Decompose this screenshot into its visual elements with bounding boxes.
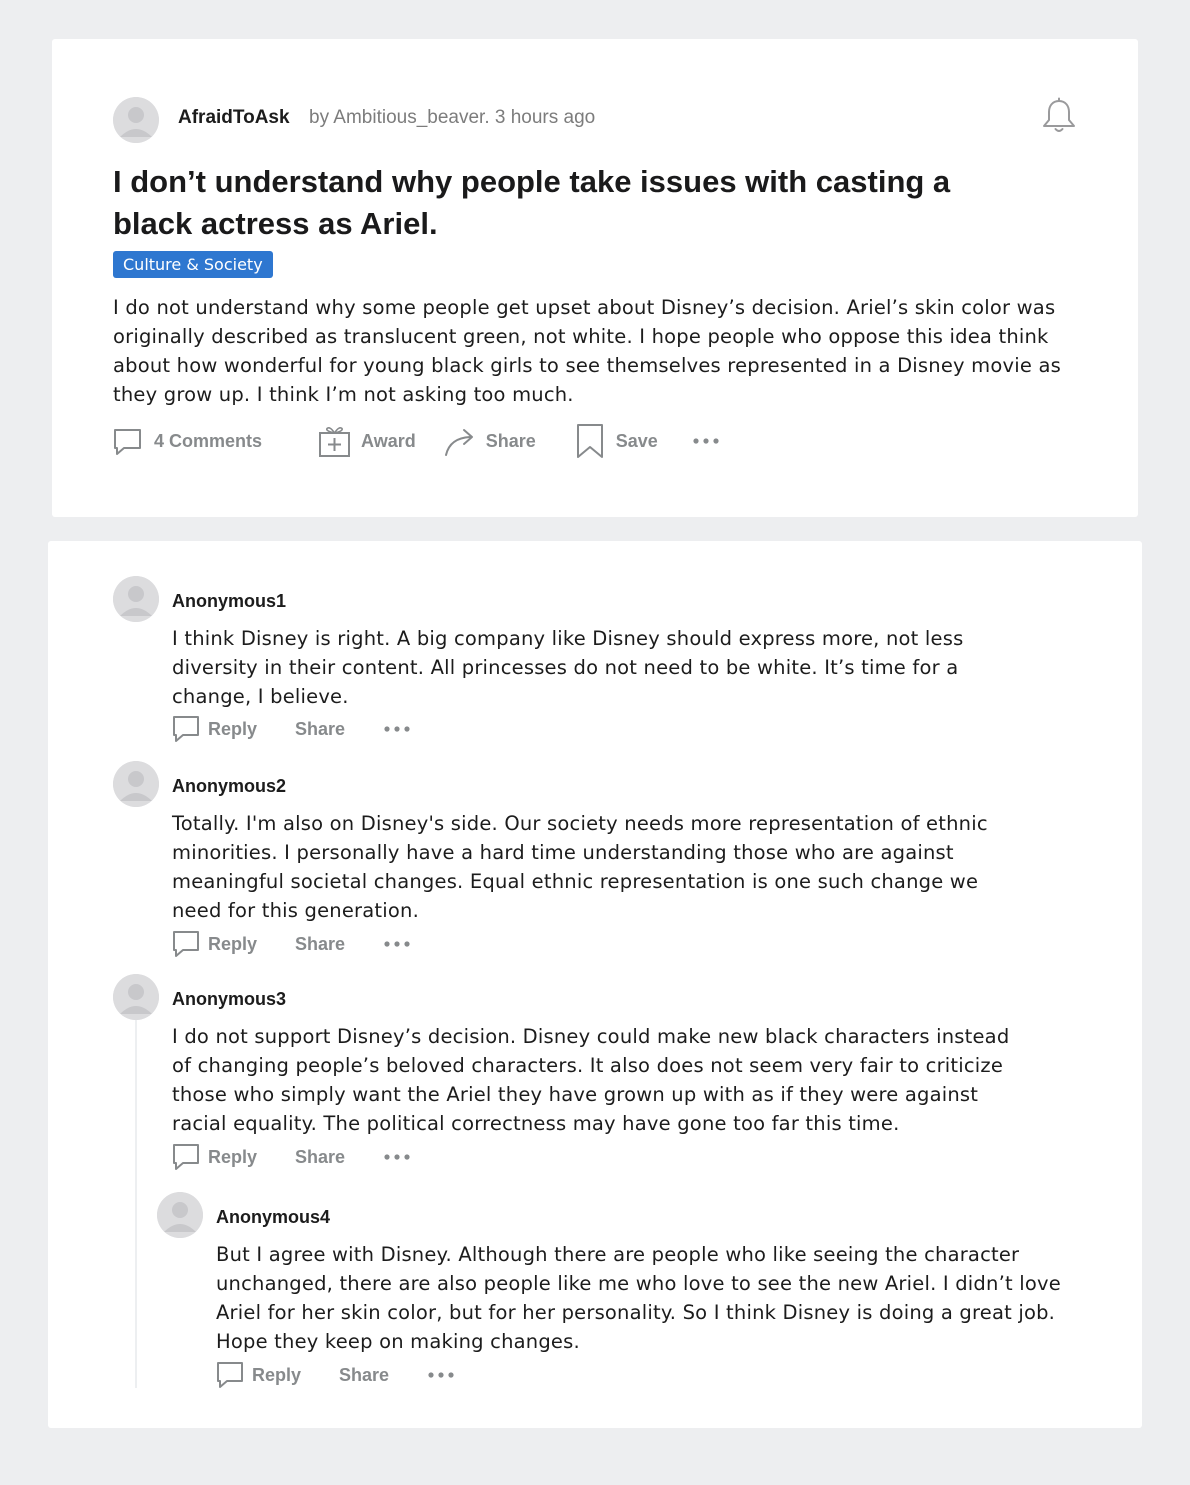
more-dots-icon [384, 726, 410, 732]
comment-actions: Reply Share [172, 714, 411, 744]
comment: Anonymous2 Totally. I'm also on Disney's… [113, 761, 1093, 961]
share-button[interactable]: Share [444, 425, 536, 457]
comment-body: I do not support Disney’s decision. Disn… [172, 1025, 1010, 1135]
comment: Anonymous1 I think Disney is right. A bi… [113, 576, 1093, 746]
share-arrow-icon [444, 429, 473, 456]
comment-author[interactable]: Anonymous2 [172, 776, 286, 797]
bookmark-icon [576, 424, 603, 458]
comment-bubble-icon [217, 1362, 243, 1388]
save-label: Save [615, 430, 658, 451]
comments-button[interactable]: 4 Comments [113, 427, 262, 456]
comment-share-button[interactable]: Share [295, 1147, 345, 1168]
reply-button[interactable]: Reply [172, 1143, 257, 1171]
comment: Anonymous3 I do not support Disney’s dec… [113, 974, 1093, 1174]
comment-bubble-icon [173, 716, 199, 742]
reply-label: Reply [208, 1146, 258, 1167]
post-actions: 4 Comments Award Share Save [113, 423, 720, 459]
comment-share-button[interactable]: Share [295, 934, 345, 955]
community-name[interactable]: AfraidToAsk [178, 107, 290, 129]
award-button[interactable]: Award [318, 425, 416, 458]
comments-card: Anonymous1 I think Disney is right. A bi… [48, 541, 1142, 1428]
comment-actions: Reply Share [172, 929, 411, 959]
user-avatar-icon [113, 97, 159, 143]
comment-more-button[interactable] [383, 940, 411, 948]
post-byline: by Ambitious_beaver. 3 hours ago [309, 107, 596, 128]
comment-body: I think Disney is right. A big company l… [172, 627, 964, 708]
bell-icon [1043, 97, 1075, 132]
commenter-avatar[interactable] [157, 1192, 203, 1238]
comment-actions: Reply Share [216, 1360, 455, 1390]
user-avatar-icon [113, 576, 159, 622]
more-dots-icon [384, 941, 410, 947]
comment-more-button[interactable] [427, 1371, 455, 1379]
more-dots-icon [384, 1154, 410, 1160]
post-header: AfraidToAsk by Ambitious_beaver. 3 hours… [113, 97, 1083, 143]
comment-share-button[interactable]: Share [295, 719, 345, 740]
comment-author[interactable]: Anonymous4 [216, 1207, 330, 1228]
reply-button[interactable]: Reply [172, 930, 257, 958]
gift-icon [319, 426, 351, 457]
comment-more-button[interactable] [383, 725, 411, 733]
post-body: I do not understand why some people get … [113, 296, 1061, 406]
user-avatar-icon [157, 1192, 203, 1238]
comment-more-button[interactable] [383, 1153, 411, 1161]
comments-count-label: 4 Comments [154, 430, 263, 451]
reply-button[interactable]: Reply [216, 1361, 301, 1389]
comment-actions: Reply Share [172, 1142, 411, 1172]
comment-bubble-icon [173, 931, 199, 957]
comment-bubble-icon [173, 1144, 199, 1170]
user-avatar-icon [113, 761, 159, 807]
author-avatar[interactable] [113, 97, 159, 143]
more-dots-icon [428, 1372, 454, 1378]
post-more-button[interactable] [692, 437, 720, 445]
comment-body: But I agree with Disney. Although there … [216, 1243, 1061, 1353]
notification-bell-button[interactable] [1041, 97, 1077, 137]
share-label: Share [485, 430, 536, 451]
comment-bubble-icon [114, 428, 141, 455]
post-card: AfraidToAsk by Ambitious_beaver. 3 hours… [52, 39, 1138, 517]
comment-body: Totally. I'm also on Disney's side. Our … [172, 812, 988, 922]
post-flair[interactable]: Culture & Society [113, 251, 273, 278]
user-avatar-icon [113, 974, 159, 1020]
more-dots-icon [693, 438, 719, 444]
comment-author[interactable]: Anonymous1 [172, 591, 286, 612]
comment-reply: Anonymous4 But I agree with Disney. Alth… [157, 1192, 1097, 1392]
comment-author[interactable]: Anonymous3 [172, 989, 286, 1010]
post-title[interactable]: I don’t understand why people take issue… [113, 161, 1013, 245]
reply-label: Reply [208, 933, 258, 954]
reply-label: Reply [252, 1364, 302, 1385]
save-button[interactable]: Save [576, 423, 658, 459]
commenter-avatar[interactable] [113, 761, 159, 807]
commenter-avatar[interactable] [113, 576, 159, 622]
award-label: Award [361, 430, 416, 451]
reply-button[interactable]: Reply [172, 715, 257, 743]
reply-label: Reply [208, 718, 258, 739]
comment-share-button[interactable]: Share [339, 1365, 389, 1386]
commenter-avatar[interactable] [113, 974, 159, 1020]
